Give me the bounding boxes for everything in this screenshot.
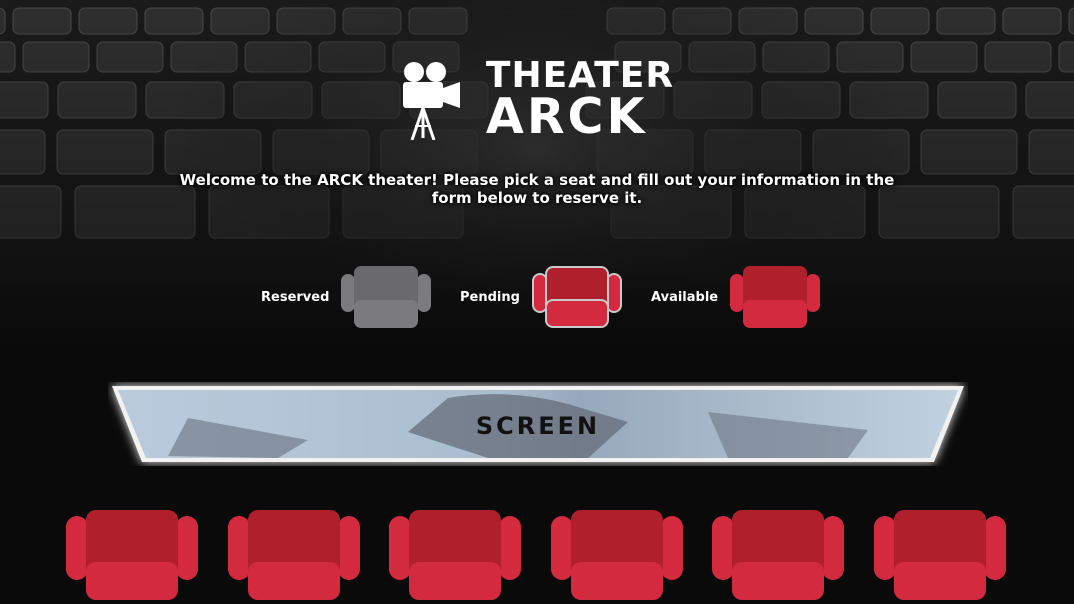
seat-row [0,510,1074,600]
seat-legend: Reserved Pending Available [0,265,1074,330]
seat-icon [550,510,683,600]
seat-icon [389,510,521,600]
legend-available: Available [651,265,821,329]
legend-reserved-label: Reserved [261,289,330,305]
legend-available-label: Available [651,289,719,305]
seat-icon [66,510,198,600]
seat-icon [873,510,1006,600]
logo-wordmark[interactable]: THEATER ARCK [485,58,674,145]
seat-2[interactable] [227,510,360,604]
seat-icon [227,510,360,600]
legend-pending-label: Pending [460,289,520,305]
movie-camera-icon [402,61,460,140]
seat-6[interactable] [873,510,1006,604]
site-header: THEATER ARCK [0,58,1074,141]
seat-4[interactable] [550,510,683,604]
cinema-screen: SCREEN [108,382,968,466]
legend-pending: Pending [460,265,622,329]
welcome-message: Welcome to the ARCK theater! Please pick… [179,171,895,207]
seat-available-icon [730,266,821,328]
logo-line2: ARCK [485,88,648,145]
seat-3[interactable] [389,510,521,604]
seat-5[interactable] [712,510,844,604]
seat-reserved-icon [341,266,432,328]
screen-label: SCREEN [475,412,601,440]
seat-pending-icon [531,266,622,328]
seat-1[interactable] [66,510,198,604]
seat-icon [712,510,844,600]
legend-reserved: Reserved [261,265,432,329]
